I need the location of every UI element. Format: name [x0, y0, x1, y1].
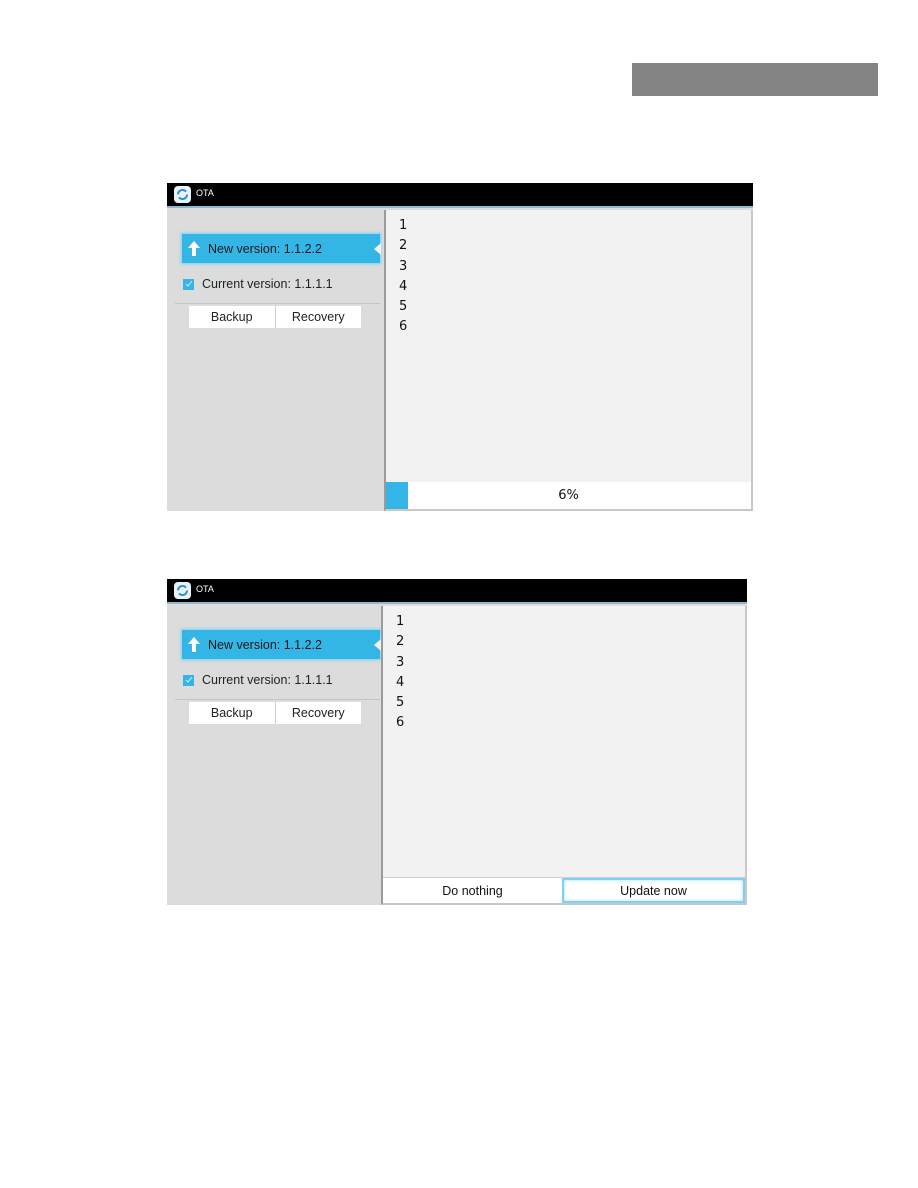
up-arrow-icon: [186, 636, 202, 654]
current-version-label: Current version: 1.1.1.1: [202, 673, 333, 687]
backup-recovery-buttons: Backup Recovery: [189, 306, 361, 328]
up-arrow-icon: [186, 240, 202, 258]
backup-button[interactable]: Backup: [189, 306, 276, 328]
release-notes-list: 1 2 3 4 5 6: [399, 216, 407, 338]
divider: [175, 699, 380, 700]
current-version-label: Current version: 1.1.1.1: [202, 277, 333, 291]
release-note-item: 3: [399, 258, 408, 274]
backup-button[interactable]: Backup: [189, 702, 276, 724]
release-notes-list: 1 2 3 4 5 6: [396, 612, 404, 734]
release-note-item: 5: [396, 695, 405, 711]
download-progress-bar: 6%: [386, 482, 751, 509]
title-bar: OTA: [167, 579, 747, 604]
update-action-buttons: Do nothing Update now: [383, 877, 745, 903]
backup-recovery-buttons: Backup Recovery: [189, 702, 361, 724]
page-header-bar: [632, 63, 878, 96]
release-note-item: 2: [396, 634, 405, 650]
recovery-button[interactable]: Recovery: [276, 702, 362, 724]
ota-screenshot-downloading: OTA New version: 1.1.2.2 Current version…: [167, 183, 753, 511]
selection-pointer: [374, 243, 381, 255]
app-title: OTA: [196, 584, 214, 594]
release-notes-panel: 1 2 3 4 5 6 6%: [384, 210, 753, 511]
new-version-label: New version: 1.1.2.2: [208, 637, 322, 652]
new-version-label: New version: 1.1.2.2: [208, 241, 322, 256]
checkbox-checked-icon[interactable]: [183, 278, 194, 290]
recovery-button[interactable]: Recovery: [276, 306, 362, 328]
divider: [175, 303, 380, 304]
title-bar: OTA: [167, 183, 753, 208]
new-version-item[interactable]: New version: 1.1.2.2: [181, 233, 381, 264]
current-version-item[interactable]: Current version: 1.1.1.1: [183, 673, 333, 687]
release-note-item: 4: [396, 674, 405, 690]
sync-icon: [174, 186, 191, 203]
release-note-item: 5: [399, 299, 408, 315]
release-note-item: 6: [396, 715, 405, 731]
release-note-item: 3: [396, 654, 405, 670]
release-note-item: 6: [399, 319, 408, 335]
release-note-item: 1: [399, 218, 408, 233]
release-notes-panel: 1 2 3 4 5 6 Do nothing Update now: [381, 606, 747, 905]
update-now-button[interactable]: Update now: [562, 878, 745, 903]
release-note-item: 4: [399, 278, 408, 294]
sync-icon: [174, 582, 191, 599]
release-note-item: 1: [396, 614, 405, 629]
current-version-item[interactable]: Current version: 1.1.1.1: [183, 277, 333, 291]
progress-label: 6%: [558, 488, 579, 503]
do-nothing-button[interactable]: Do nothing: [383, 878, 562, 903]
ota-screenshot-update-prompt: OTA New version: 1.1.2.2 Current version…: [167, 579, 747, 905]
release-note-item: 2: [399, 238, 408, 254]
new-version-item[interactable]: New version: 1.1.2.2: [181, 629, 381, 660]
app-title: OTA: [196, 188, 214, 198]
checkbox-checked-icon[interactable]: [183, 674, 194, 686]
selection-pointer: [374, 639, 381, 651]
